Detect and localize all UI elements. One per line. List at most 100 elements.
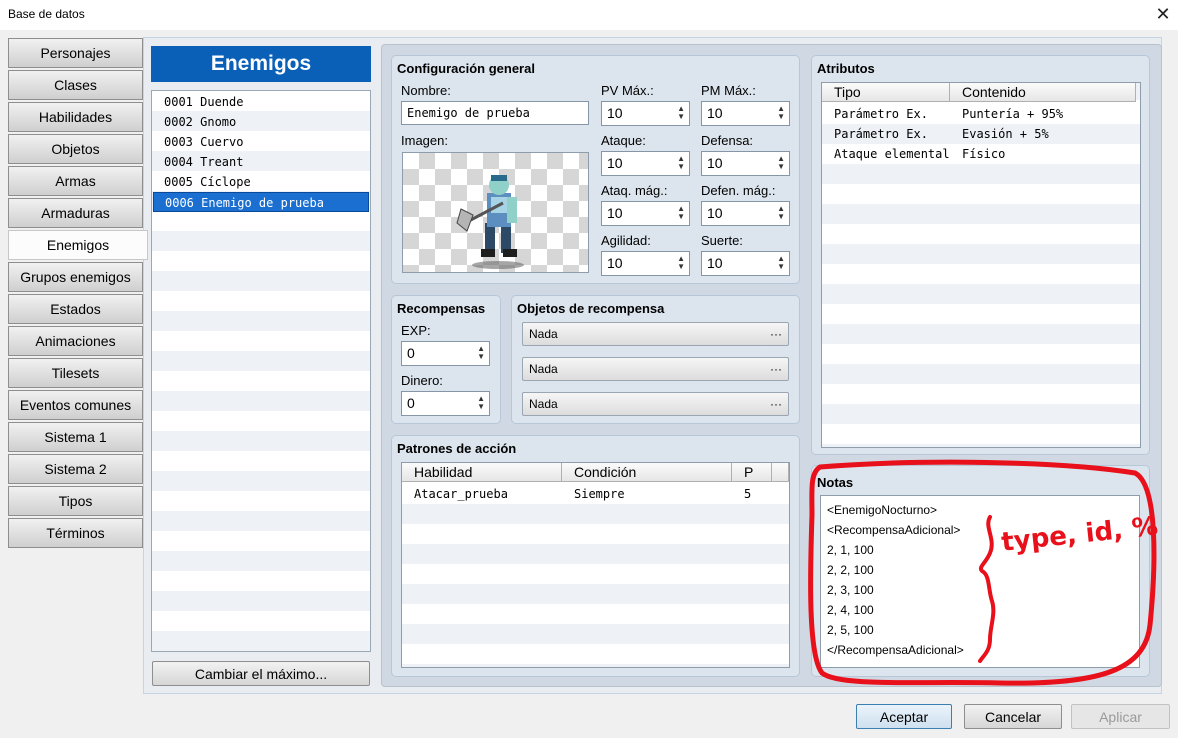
list-item-selected[interactable]: 0006 Enemigo de prueba xyxy=(153,192,369,212)
list-item[interactable]: 0001 Duende xyxy=(153,92,369,112)
tab-tilesets[interactable]: Tilesets xyxy=(8,358,143,388)
column-header-p[interactable]: P xyxy=(732,463,772,482)
close-icon[interactable]: ✕ xyxy=(1150,2,1176,26)
drop-item-2-label: Nada xyxy=(529,362,558,376)
exp-stepper[interactable]: 0 ▲ ▼ xyxy=(401,341,490,366)
action-p-cell[interactable]: 5 xyxy=(744,484,751,504)
enemy-sprite-image xyxy=(456,175,524,269)
spinner-arrows-icon[interactable]: ▲ ▼ xyxy=(777,255,785,271)
magic-attack-value: 10 xyxy=(607,205,623,221)
action-condition-cell[interactable]: Siempre xyxy=(574,484,625,504)
spinner-arrows-icon[interactable]: ▲ ▼ xyxy=(777,155,785,171)
column-header-content[interactable]: Contenido xyxy=(950,83,1136,102)
exp-value: 0 xyxy=(407,345,415,361)
column-header-type[interactable]: Tipo xyxy=(822,83,950,102)
general-settings-title: Configuración general xyxy=(397,61,535,76)
enemy-image[interactable] xyxy=(402,152,589,273)
magic-attack-label: Ataq. mág.: xyxy=(601,183,668,198)
gold-label: Dinero: xyxy=(401,373,443,388)
luck-label: Suerte: xyxy=(701,233,743,248)
tab-habilidades[interactable]: Habilidades xyxy=(8,102,143,132)
tab-tipos[interactable]: Tipos xyxy=(8,486,143,516)
list-item[interactable]: 0005 Cíclope xyxy=(153,172,369,192)
trait-type-cell[interactable]: Ataque elemental xyxy=(834,144,950,164)
drop-items-title: Objetos de recompensa xyxy=(517,301,665,316)
change-max-button[interactable]: Cambiar el máximo... xyxy=(152,661,370,686)
hp-label: PV Máx.: xyxy=(601,83,654,98)
column-header-skill[interactable]: Habilidad xyxy=(402,463,562,482)
tab-sistema-2[interactable]: Sistema 2 xyxy=(8,454,143,484)
attack-stepper[interactable]: 10 ▲ ▼ xyxy=(601,151,690,176)
drop-item-2[interactable]: Nada ··· xyxy=(522,357,789,381)
ok-button[interactable]: Aceptar xyxy=(856,704,952,729)
agility-value: 10 xyxy=(607,255,623,271)
exp-label: EXP: xyxy=(401,323,431,338)
red-annotation-outline xyxy=(808,459,1157,686)
spinner-arrows-icon[interactable]: ▲ ▼ xyxy=(477,395,485,411)
column-header-condition[interactable]: Condición xyxy=(562,463,732,482)
luck-value: 10 xyxy=(707,255,723,271)
drop-item-1[interactable]: Nada ··· xyxy=(522,322,789,346)
spinner-arrows-icon[interactable]: ▲ ▼ xyxy=(677,105,685,121)
tab-armaduras[interactable]: Armaduras xyxy=(8,198,143,228)
list-item[interactable]: 0004 Treant xyxy=(153,152,369,172)
list-item[interactable]: 0003 Cuervo xyxy=(153,132,369,152)
column-header-filler xyxy=(772,463,789,482)
agility-label: Agilidad: xyxy=(601,233,651,248)
trait-content-cell[interactable]: Físico xyxy=(962,144,1005,164)
defense-label: Defensa: xyxy=(701,133,754,148)
more-icon: ··· xyxy=(770,362,782,376)
gold-value: 0 xyxy=(407,395,415,411)
gold-stepper[interactable]: 0 ▲ ▼ xyxy=(401,391,490,416)
trait-type-cell[interactable]: Parámetro Ex. xyxy=(834,104,928,124)
image-label: Imagen: xyxy=(401,133,448,148)
hp-stepper[interactable]: 10 ▲ ▼ xyxy=(601,101,690,126)
luck-stepper[interactable]: 10 ▲ ▼ xyxy=(701,251,790,276)
tab-eventos-comunes[interactable]: Eventos comunes xyxy=(8,390,143,420)
spinner-arrows-icon[interactable]: ▲ ▼ xyxy=(777,205,785,221)
tab-terminos[interactable]: Términos xyxy=(8,518,143,548)
cancel-button[interactable]: Cancelar xyxy=(964,704,1062,729)
tab-estados[interactable]: Estados xyxy=(8,294,143,324)
drop-item-3[interactable]: Nada ··· xyxy=(522,392,789,416)
mp-stepper[interactable]: 10 ▲ ▼ xyxy=(701,101,790,126)
spinner-arrows-icon[interactable]: ▲ ▼ xyxy=(777,105,785,121)
defense-stepper[interactable]: 10 ▲ ▼ xyxy=(701,151,790,176)
traits-table[interactable]: Tipo Contenido Parámetro Ex. Puntería + … xyxy=(821,82,1141,448)
tab-clases[interactable]: Clases xyxy=(8,70,143,100)
trait-content-cell[interactable]: Evasión + 5% xyxy=(962,124,1049,144)
tab-personajes[interactable]: Personajes xyxy=(8,38,143,68)
window-title: Base de datos xyxy=(8,7,85,21)
name-input[interactable]: Enemigo de prueba xyxy=(401,101,589,125)
more-icon: ··· xyxy=(770,327,782,341)
mp-label: PM Máx.: xyxy=(701,83,756,98)
magic-defense-stepper[interactable]: 10 ▲ ▼ xyxy=(701,201,790,226)
spinner-arrows-icon[interactable]: ▲ ▼ xyxy=(677,205,685,221)
tab-grupos-enemigos[interactable]: Grupos enemigos xyxy=(8,262,143,292)
title-bar xyxy=(0,0,1178,30)
name-label: Nombre: xyxy=(401,83,451,98)
enemies-header: Enemigos xyxy=(151,46,371,82)
enemy-list[interactable]: 0001 Duende 0002 Gnomo 0003 Cuervo 0004 … xyxy=(151,90,371,652)
trait-content-cell[interactable]: Puntería + 95% xyxy=(962,104,1063,124)
spinner-arrows-icon[interactable]: ▲ ▼ xyxy=(477,345,485,361)
spinner-arrows-icon[interactable]: ▲ ▼ xyxy=(677,255,685,271)
magic-attack-stepper[interactable]: 10 ▲ ▼ xyxy=(601,201,690,226)
agility-stepper[interactable]: 10 ▲ ▼ xyxy=(601,251,690,276)
tab-animaciones[interactable]: Animaciones xyxy=(8,326,143,356)
list-item[interactable]: 0002 Gnomo xyxy=(153,112,369,132)
tab-objetos[interactable]: Objetos xyxy=(8,134,143,164)
tab-sistema-1[interactable]: Sistema 1 xyxy=(8,422,143,452)
spinner-arrows-icon[interactable]: ▲ ▼ xyxy=(677,155,685,171)
magic-defense-value: 10 xyxy=(707,205,723,221)
mp-value: 10 xyxy=(707,105,723,121)
defense-value: 10 xyxy=(707,155,723,171)
action-patterns-table[interactable]: Habilidad Condición P Atacar_prueba Siem… xyxy=(401,462,790,668)
apply-button[interactable]: Aplicar xyxy=(1071,704,1170,729)
trait-type-cell[interactable]: Parámetro Ex. xyxy=(834,124,928,144)
more-icon: ··· xyxy=(770,397,782,411)
drop-item-3-label: Nada xyxy=(529,397,558,411)
tab-armas[interactable]: Armas xyxy=(8,166,143,196)
tab-enemigos[interactable]: Enemigos xyxy=(8,230,148,260)
action-skill-cell[interactable]: Atacar_prueba xyxy=(414,484,508,504)
